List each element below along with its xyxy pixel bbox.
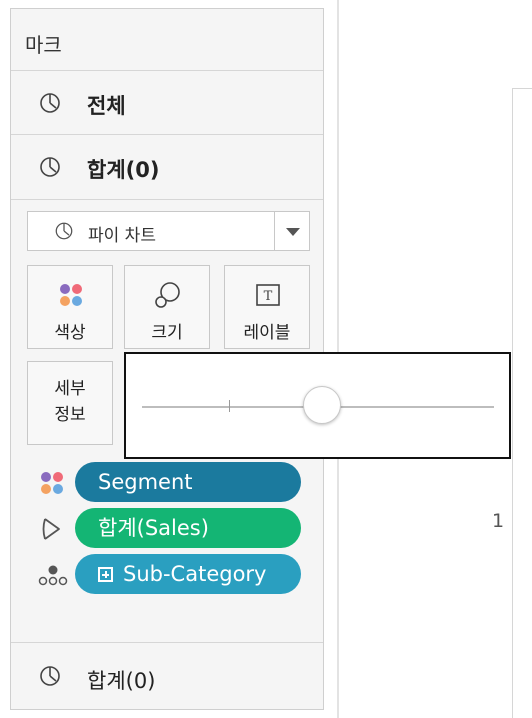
- mark-type-label: 파이 차트: [88, 226, 156, 246]
- size-button-label: 크기: [151, 323, 183, 343]
- svg-text:T: T: [264, 289, 273, 304]
- size-slider-default-tick: [229, 400, 230, 412]
- marks-card-title: 마크: [11, 9, 323, 71]
- subcategory-pill-label: Sub-Category: [123, 562, 267, 586]
- detail-button[interactable]: 세부 정보: [27, 361, 113, 445]
- size-circles-icon: [155, 282, 180, 308]
- marks-all-label: 전체: [87, 94, 126, 118]
- angle-icon: [42, 518, 60, 540]
- detail-button-line2: 정보: [54, 405, 86, 425]
- segment-pill[interactable]: Segment: [75, 462, 301, 502]
- pie-chart-icon: [40, 157, 60, 177]
- marks-sum-label: 합계(0): [87, 158, 160, 182]
- dropdown-separator: [274, 212, 275, 250]
- view-area: [512, 88, 532, 718]
- pie-chart-icon: [40, 93, 60, 113]
- marks-sum-row[interactable]: 합계(0): [11, 136, 323, 200]
- color-dots-icon: [41, 472, 63, 494]
- pie-chart-icon: [40, 666, 60, 686]
- chevron-down-icon[interactable]: [286, 228, 300, 236]
- color-button-label: 색상: [54, 323, 86, 343]
- size-slider-popup: [124, 352, 511, 459]
- label-button[interactable]: T 레이블: [224, 265, 310, 349]
- pie-chart-icon: [55, 222, 73, 240]
- marks-sum-row-bottom[interactable]: 합계(0): [11, 642, 323, 710]
- expand-plus-icon[interactable]: [98, 567, 113, 582]
- size-button[interactable]: 크기: [124, 265, 210, 349]
- sales-pill[interactable]: 합계(Sales): [75, 508, 301, 548]
- row-number: 1: [492, 510, 505, 532]
- detail-button-label: 세부 정보: [28, 376, 112, 428]
- mark-type-dropdown[interactable]: 파이 차트: [27, 211, 310, 251]
- marks-all-row[interactable]: 전체: [11, 72, 323, 135]
- size-slider-handle[interactable]: [302, 386, 341, 424]
- subcategory-pill[interactable]: Sub-Category: [75, 554, 301, 594]
- text-label-icon: T: [256, 284, 280, 306]
- detail-button-line1: 세부: [54, 379, 86, 399]
- color-button[interactable]: 색상: [27, 265, 113, 349]
- pill-row-sales: 합계(Sales): [11, 508, 323, 548]
- pill-row-subcategory: Sub-Category: [11, 554, 323, 594]
- color-dots-icon: [60, 284, 82, 306]
- label-button-label: 레이블: [243, 323, 291, 343]
- pill-row-segment: Segment: [11, 462, 323, 502]
- detail-dots-icon: [38, 565, 68, 586]
- marks-sum-bottom-label: 합계(0): [87, 669, 156, 693]
